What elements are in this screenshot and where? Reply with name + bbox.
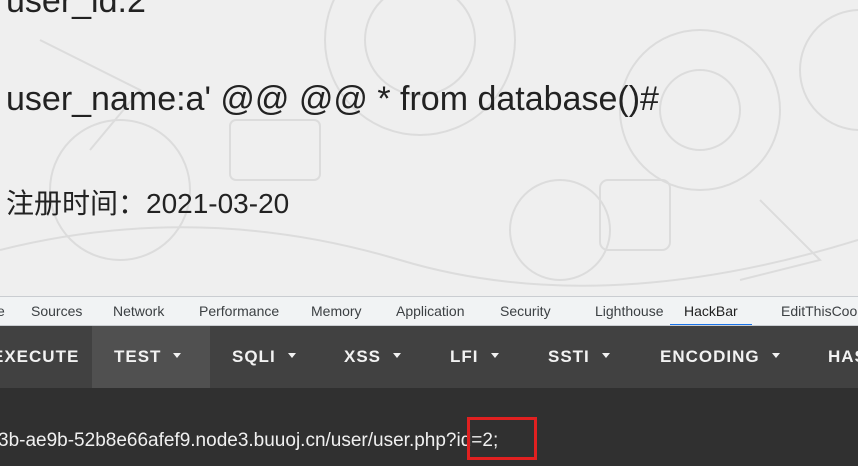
hackbar-toolbar: EXECUTE TEST SQLI XSS LFI SSTI ENCODING … bbox=[0, 326, 858, 388]
hashing-menu-button[interactable]: HASHING bbox=[828, 326, 858, 388]
background-watermark bbox=[0, 0, 858, 287]
chevron-down-icon bbox=[771, 353, 780, 359]
chevron-down-icon bbox=[601, 353, 610, 359]
sqli-menu-button[interactable]: SQLI bbox=[232, 326, 296, 388]
chevron-down-icon bbox=[490, 353, 499, 359]
tab-hackbar[interactable]: HackBar bbox=[670, 297, 752, 325]
chevron-down-icon bbox=[393, 353, 402, 359]
tab-performance[interactable]: Performance bbox=[199, 297, 279, 325]
url-input[interactable]: 3b-ae9b-52b8e66afef9.node3.buuoj.cn/user… bbox=[0, 430, 498, 452]
lfi-menu-button[interactable]: LFI bbox=[450, 326, 499, 388]
devtools-tab-bar: e Sources Network Performance Memory App… bbox=[0, 296, 858, 326]
xss-menu-button[interactable]: XSS bbox=[344, 326, 402, 388]
register-time-text: 注册时间：2021-03-20 bbox=[6, 188, 290, 219]
ssti-menu-button[interactable]: SSTI bbox=[548, 326, 610, 388]
encoding-menu-button[interactable]: ENCODING bbox=[660, 326, 780, 388]
url-prefix-text: 3b-ae9b-52b8e66afef9.node3.buuoj.cn/user… bbox=[0, 430, 446, 451]
tab-security[interactable]: Security bbox=[500, 297, 551, 325]
url-input-area[interactable]: 3b-ae9b-52b8e66afef9.node3.buuoj.cn/user… bbox=[0, 388, 858, 466]
test-menu-button[interactable]: TEST bbox=[92, 326, 210, 388]
test-menu-label: TEST bbox=[114, 347, 162, 366]
page-content: user_id:2 user_name:a' @@ @@ * from data… bbox=[0, 0, 858, 296]
xss-menu-label: XSS bbox=[344, 347, 382, 366]
execute-button[interactable]: EXECUTE bbox=[0, 326, 92, 388]
user-id-text: user_id:2 bbox=[6, 0, 146, 20]
sqli-menu-label: SQLI bbox=[232, 347, 276, 366]
execute-button-label: EXECUTE bbox=[0, 347, 80, 366]
encoding-menu-label: ENCODING bbox=[660, 347, 760, 366]
user-name-text: user_name:a' @@ @@ * from database()# bbox=[6, 80, 659, 118]
ssti-menu-label: SSTI bbox=[548, 347, 590, 366]
tab-console-partial[interactable]: e bbox=[0, 297, 5, 325]
tab-editthiscookie[interactable]: EditThisCookie bbox=[781, 297, 858, 325]
chevron-down-icon bbox=[287, 353, 296, 359]
tab-sources[interactable]: Sources bbox=[31, 297, 82, 325]
tab-memory[interactable]: Memory bbox=[311, 297, 362, 325]
lfi-menu-label: LFI bbox=[450, 347, 479, 366]
highlight-box bbox=[467, 417, 537, 460]
hashing-menu-label: HASHING bbox=[828, 347, 858, 366]
tab-network[interactable]: Network bbox=[113, 297, 164, 325]
tab-application[interactable]: Application bbox=[396, 297, 465, 325]
tab-lighthouse[interactable]: Lighthouse bbox=[595, 297, 664, 325]
chevron-down-icon bbox=[173, 353, 182, 359]
